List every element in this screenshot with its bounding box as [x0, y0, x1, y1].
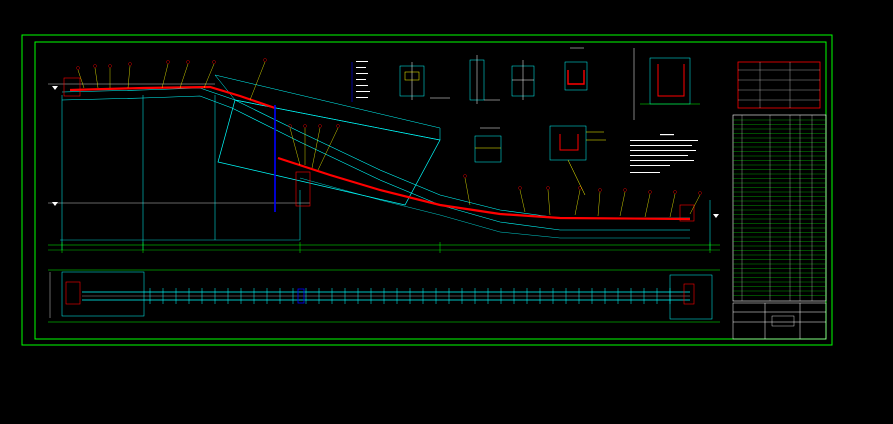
cad-canvas [21, 34, 833, 346]
cad-drawing-sheet [0, 0, 893, 424]
conveyor-plan [48, 269, 720, 323]
bill-of-materials-table [732, 114, 827, 302]
title-summary-table [737, 61, 821, 109]
gallery-box [217, 99, 441, 206]
technical-notes [630, 134, 698, 173]
title-block [732, 302, 827, 340]
outer-border [21, 34, 833, 346]
conveyor-elevation [48, 58, 720, 253]
legend-list [351, 61, 370, 102]
belt-lower-run [277, 156, 691, 221]
tail-pulley-unit [63, 77, 81, 97]
drive-unit [295, 171, 311, 207]
inner-border [34, 41, 827, 340]
